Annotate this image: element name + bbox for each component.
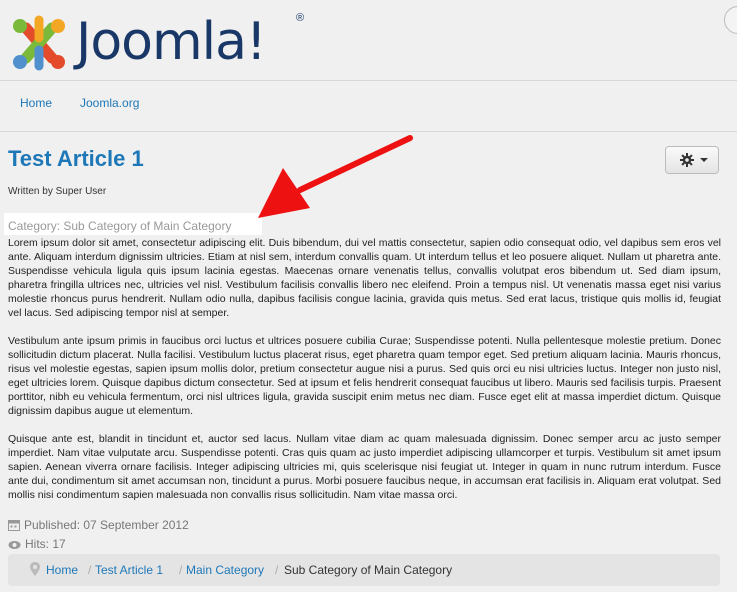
published-text: Published: 07 September 2012 xyxy=(24,518,189,532)
site-logo-text[interactable]: Joomla! xyxy=(76,4,267,80)
breadcrumb-separator: / xyxy=(275,563,279,577)
joomla-logo-icon[interactable] xyxy=(8,14,70,74)
breadcrumb-home[interactable]: Home xyxy=(46,563,78,577)
article-category[interactable]: Category: Sub Category of Main Category xyxy=(8,219,231,233)
article-body: Lorem ipsum dolor sit amet, consectetur … xyxy=(8,236,721,516)
published-date: Published: 07 September 2012 xyxy=(8,518,189,532)
gear-icon xyxy=(680,153,694,167)
category-highlight: Category: Sub Category of Main Category xyxy=(4,213,262,235)
breadcrumb-separator: / xyxy=(88,563,92,577)
article-paragraph: Lorem ipsum dolor sit amet, consectetur … xyxy=(8,237,721,319)
registered-mark: ® xyxy=(296,12,305,24)
map-pin-icon xyxy=(30,562,40,576)
article-author: Written by Super User xyxy=(8,186,107,197)
breadcrumb-main-category[interactable]: Main Category xyxy=(186,563,264,577)
breadcrumb: Home / Test Article 1 / Main Category / … xyxy=(8,554,720,586)
breadcrumb-separator: / xyxy=(179,563,183,577)
hits-text: Hits: 17 xyxy=(25,537,66,551)
corner-toggle-button[interactable] xyxy=(724,6,737,34)
breadcrumb-test-article[interactable]: Test Article 1 xyxy=(95,563,163,577)
main-nav: Home Joomla.org xyxy=(0,81,737,132)
article-paragraph: Quisque ante est, blandit in tincidunt e… xyxy=(8,433,721,501)
page-title[interactable]: Test Article 1 xyxy=(8,146,144,172)
article-tools-button[interactable] xyxy=(665,146,719,174)
hits-count: Hits: 17 xyxy=(8,537,66,551)
calendar-icon xyxy=(8,520,20,531)
site-header: Joomla! ® xyxy=(0,0,737,81)
nav-item-home[interactable]: Home xyxy=(20,96,52,110)
eye-icon xyxy=(8,541,21,549)
chevron-down-icon xyxy=(700,158,708,162)
nav-item-joomla-org[interactable]: Joomla.org xyxy=(80,96,139,110)
breadcrumb-current: Sub Category of Main Category xyxy=(284,563,453,577)
article-paragraph: Vestibulum ante ipsum primis in faucibus… xyxy=(8,335,721,417)
